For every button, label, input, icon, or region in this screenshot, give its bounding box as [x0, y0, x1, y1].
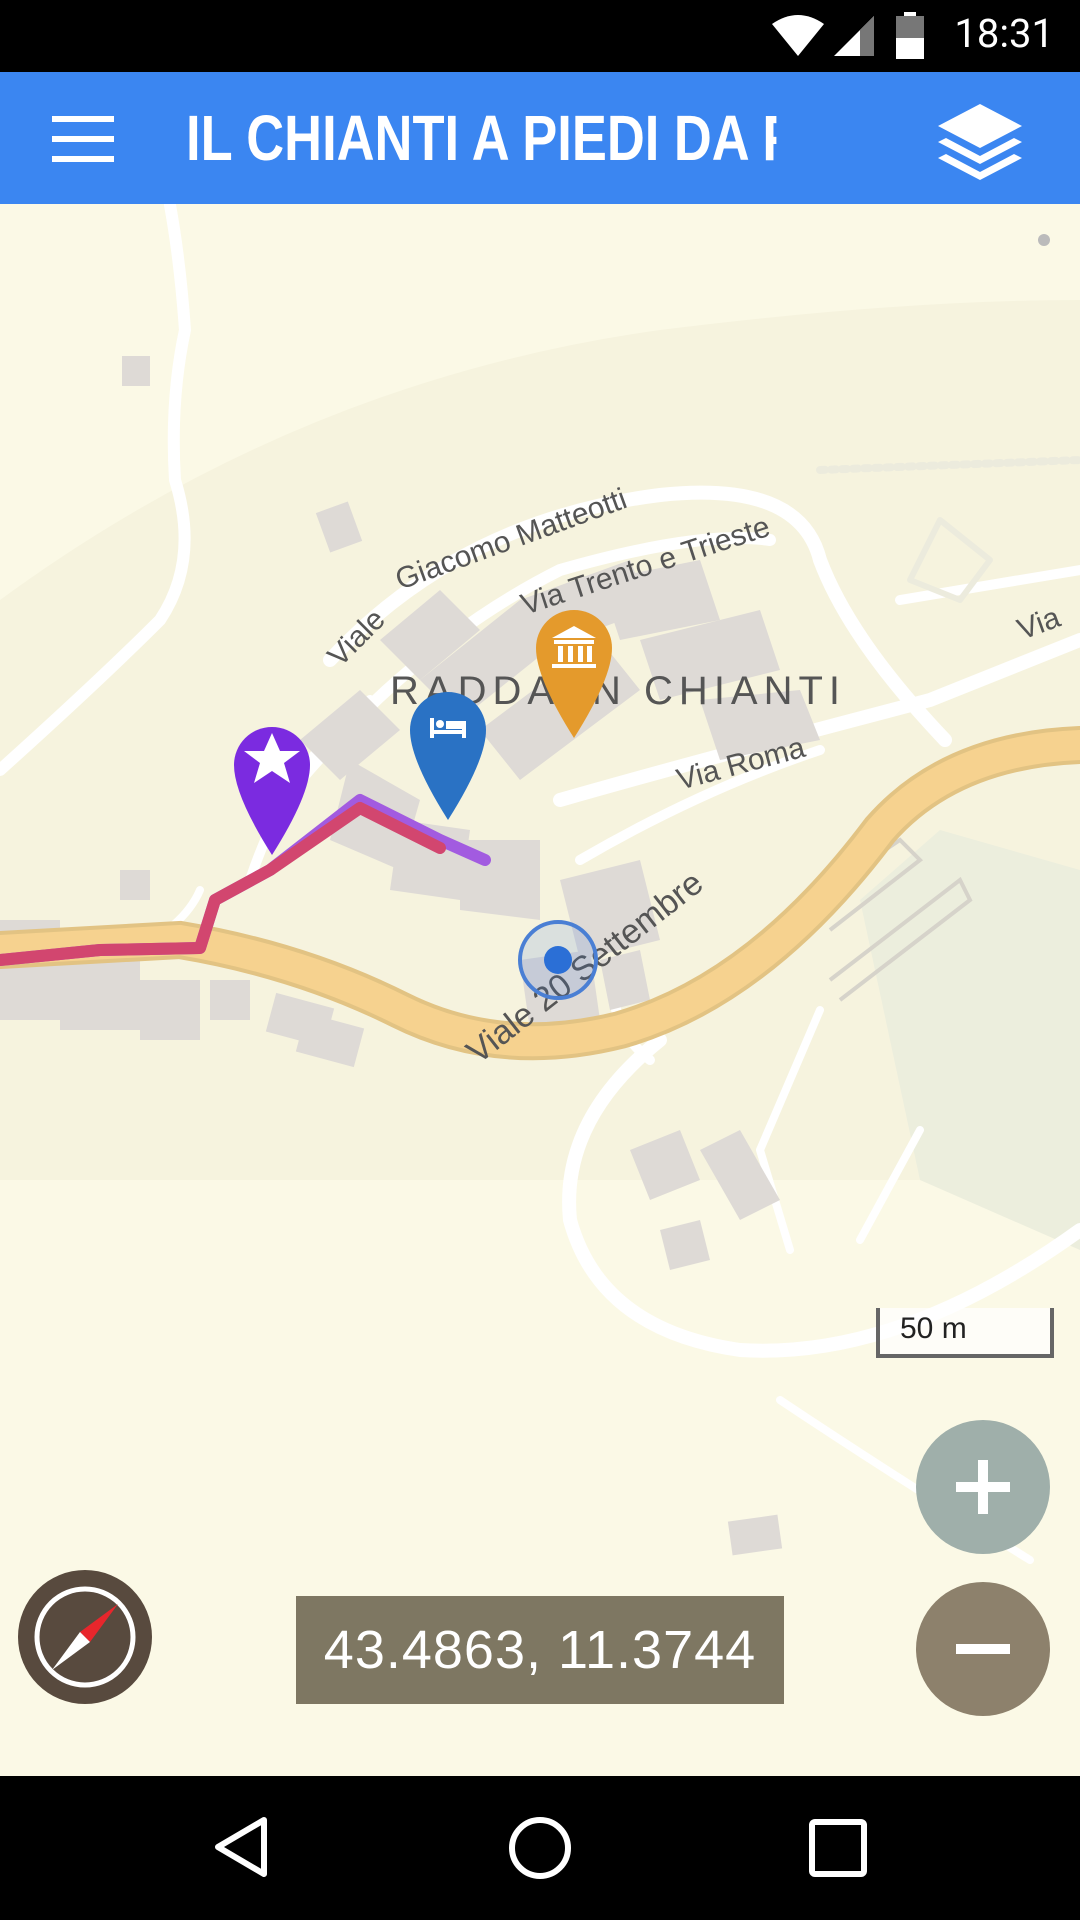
app-bar: IL CHIANTI A PIEDI DA FIRE...: [0, 72, 1080, 204]
app-title: IL CHIANTI A PIEDI DA FIRE...: [186, 102, 776, 174]
compass-icon: [34, 1586, 136, 1688]
home-icon[interactable]: [504, 1812, 576, 1884]
plus-icon: [956, 1460, 1010, 1514]
scale-bar: 50 m: [876, 1308, 1054, 1358]
status-bar: 18:31: [0, 0, 1080, 72]
navigation-bar: [0, 1776, 1080, 1920]
battery-icon: [896, 12, 924, 59]
cell-signal-icon: [834, 16, 874, 56]
minus-icon: [956, 1644, 1010, 1654]
scale-label: 50 m: [900, 1312, 967, 1345]
compass-button[interactable]: [18, 1570, 152, 1704]
wifi-icon: [772, 15, 824, 56]
coordinates-display: 43.4863, 11.3744: [296, 1596, 784, 1704]
status-time: 18:31: [954, 10, 1054, 57]
back-icon[interactable]: [206, 1812, 276, 1882]
hamburger-menu-icon[interactable]: [42, 106, 122, 170]
layers-icon[interactable]: [932, 94, 1028, 184]
zoom-in-button[interactable]: [916, 1420, 1050, 1554]
zoom-out-button[interactable]: [916, 1582, 1050, 1716]
recents-icon[interactable]: [806, 1816, 870, 1880]
